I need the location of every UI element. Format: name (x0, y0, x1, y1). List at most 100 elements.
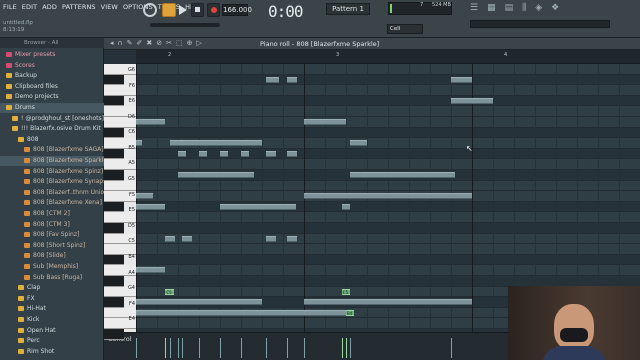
piano-key[interactable] (104, 276, 124, 287)
note[interactable] (199, 150, 208, 157)
note[interactable] (287, 150, 298, 157)
note[interactable] (136, 119, 166, 125)
browser-item[interactable]: 808 [Blazerfxme Xena] (0, 198, 104, 208)
mute-icon[interactable]: ⊘ (156, 39, 162, 47)
note[interactable] (178, 150, 187, 157)
browser-item[interactable]: Scores (0, 61, 104, 71)
velocity-bar[interactable] (169, 338, 171, 358)
plugin-icon[interactable]: ◈ (535, 3, 542, 17)
note[interactable] (220, 203, 296, 210)
piano-key[interactable] (104, 329, 124, 340)
piano-key[interactable] (104, 74, 124, 86)
note[interactable] (136, 203, 166, 210)
browser-item[interactable]: Drums (0, 103, 104, 113)
browser-item[interactable]: Clap (0, 283, 104, 293)
note[interactable] (136, 299, 262, 306)
velocity-bar[interactable] (165, 338, 167, 358)
note[interactable] (136, 140, 142, 147)
piano-key[interactable] (104, 148, 124, 160)
channel-rack-icon[interactable]: ▤ (505, 3, 514, 17)
timeline-ruler[interactable]: 2 3 4 (136, 50, 640, 64)
note[interactable] (136, 193, 153, 200)
browser-item[interactable]: Open Hat (0, 326, 104, 336)
browser-item[interactable]: Backup (0, 71, 104, 81)
note[interactable] (451, 76, 472, 83)
mixer-icon[interactable]: ⫼ (522, 3, 526, 17)
browser-item[interactable]: 808 [CTM 2] (0, 209, 104, 219)
velocity-bar[interactable] (178, 338, 179, 358)
note[interactable] (241, 150, 250, 157)
browser-item[interactable]: 808 [Slide] (0, 251, 104, 261)
piano-key[interactable] (104, 223, 124, 234)
browser-item[interactable]: Rim Shot (0, 347, 104, 357)
note[interactable] (451, 97, 493, 104)
piano-key[interactable] (104, 212, 136, 223)
master-pitch-slider[interactable] (150, 23, 220, 27)
note[interactable] (304, 309, 346, 316)
paint-icon[interactable]: ✐ (137, 39, 143, 47)
velocity-bar[interactable] (350, 338, 352, 358)
velocity-bar[interactable] (199, 338, 200, 358)
piano-keyboard[interactable]: G6 F6 E6 D6 C6 B5 A5 G5 F5 E5 D5 C5 B4 A4 G4 F4 E4 D4 (104, 64, 136, 340)
browser-item[interactable]: Sub [Memphis] (0, 262, 104, 272)
note[interactable] (266, 76, 279, 83)
velocity-bar[interactable] (341, 338, 343, 358)
browser-item[interactable]: Clipboard files (0, 82, 104, 92)
browser-icon[interactable]: ❖ (551, 3, 559, 17)
piano-key[interactable] (104, 201, 124, 213)
browser-item[interactable]: 808 [Blazerfxme Spinz] (0, 167, 104, 177)
note[interactable] (350, 140, 367, 147)
pattern-selector[interactable]: Pattern 1 (326, 3, 370, 15)
menu-add[interactable]: ADD (41, 3, 58, 15)
note[interactable] (178, 172, 254, 178)
note[interactable]: C5 (165, 288, 174, 295)
browser-item[interactable]: 808 [Blazerfxme Sparkle] (0, 156, 104, 166)
browser-item[interactable]: Kick (0, 315, 104, 325)
velocity-bar[interactable] (287, 338, 289, 358)
note[interactable] (266, 150, 277, 157)
browser-item[interactable]: Hi-Hat (0, 304, 104, 314)
browser-item[interactable]: Perc (0, 336, 104, 346)
note[interactable] (341, 203, 351, 210)
note[interactable] (136, 267, 166, 274)
velocity-bar[interactable] (136, 338, 137, 358)
select-icon[interactable]: ⬚ (176, 39, 183, 47)
piano-key[interactable] (104, 170, 124, 181)
menu-edit[interactable]: EDIT (21, 3, 38, 15)
browser-item[interactable]: ! @prodghoul_st [oneshots] (0, 114, 104, 124)
note[interactable] (304, 119, 346, 125)
playback-icon[interactable]: ▷ (197, 39, 202, 47)
note[interactable]: B4 (346, 309, 355, 316)
browser-item[interactable]: 808 [Blazerfxme Synapsis] (0, 177, 104, 187)
master-volume-knob[interactable] (143, 3, 157, 17)
browser-item[interactable]: 808 [Blazerf..thnm Union] (0, 188, 104, 198)
piano-key[interactable] (104, 254, 124, 266)
menu-patterns[interactable]: PATTERNS (61, 3, 97, 15)
note[interactable] (287, 235, 298, 242)
velocity-bar[interactable] (304, 338, 305, 358)
playlist-icon[interactable]: ☰ (470, 3, 478, 17)
velocity-bar[interactable] (182, 338, 184, 358)
piano-key[interactable] (104, 127, 124, 139)
browser-item[interactable]: Demo projects (0, 92, 104, 102)
velocity-bar[interactable] (241, 338, 242, 358)
snap-selector[interactable]: Cell (387, 24, 423, 34)
note[interactable] (136, 309, 304, 316)
velocity-bar[interactable] (266, 338, 268, 358)
velocity-bar[interactable] (346, 338, 347, 358)
menu-arrow-icon[interactable]: ◂ (110, 39, 114, 47)
velocity-bar[interactable] (220, 338, 221, 358)
pencil-icon[interactable]: ✎ (127, 39, 133, 47)
note[interactable] (287, 76, 298, 83)
browser-item[interactable]: Sub Bass [Ruga] (0, 273, 104, 283)
note[interactable] (220, 150, 229, 157)
browser-item[interactable]: 808 [CTM 3] (0, 220, 104, 230)
browser-item[interactable]: 808 (0, 135, 104, 145)
tempo-display[interactable]: 166.000 (222, 4, 252, 16)
note[interactable] (182, 235, 193, 242)
note[interactable] (266, 235, 277, 242)
note[interactable] (169, 140, 262, 147)
piano-roll-icon[interactable]: ▦ (487, 3, 496, 17)
browser-item[interactable]: !!! Blazerfx.osive Drum Kit (0, 124, 104, 134)
piano-key[interactable] (104, 95, 124, 107)
